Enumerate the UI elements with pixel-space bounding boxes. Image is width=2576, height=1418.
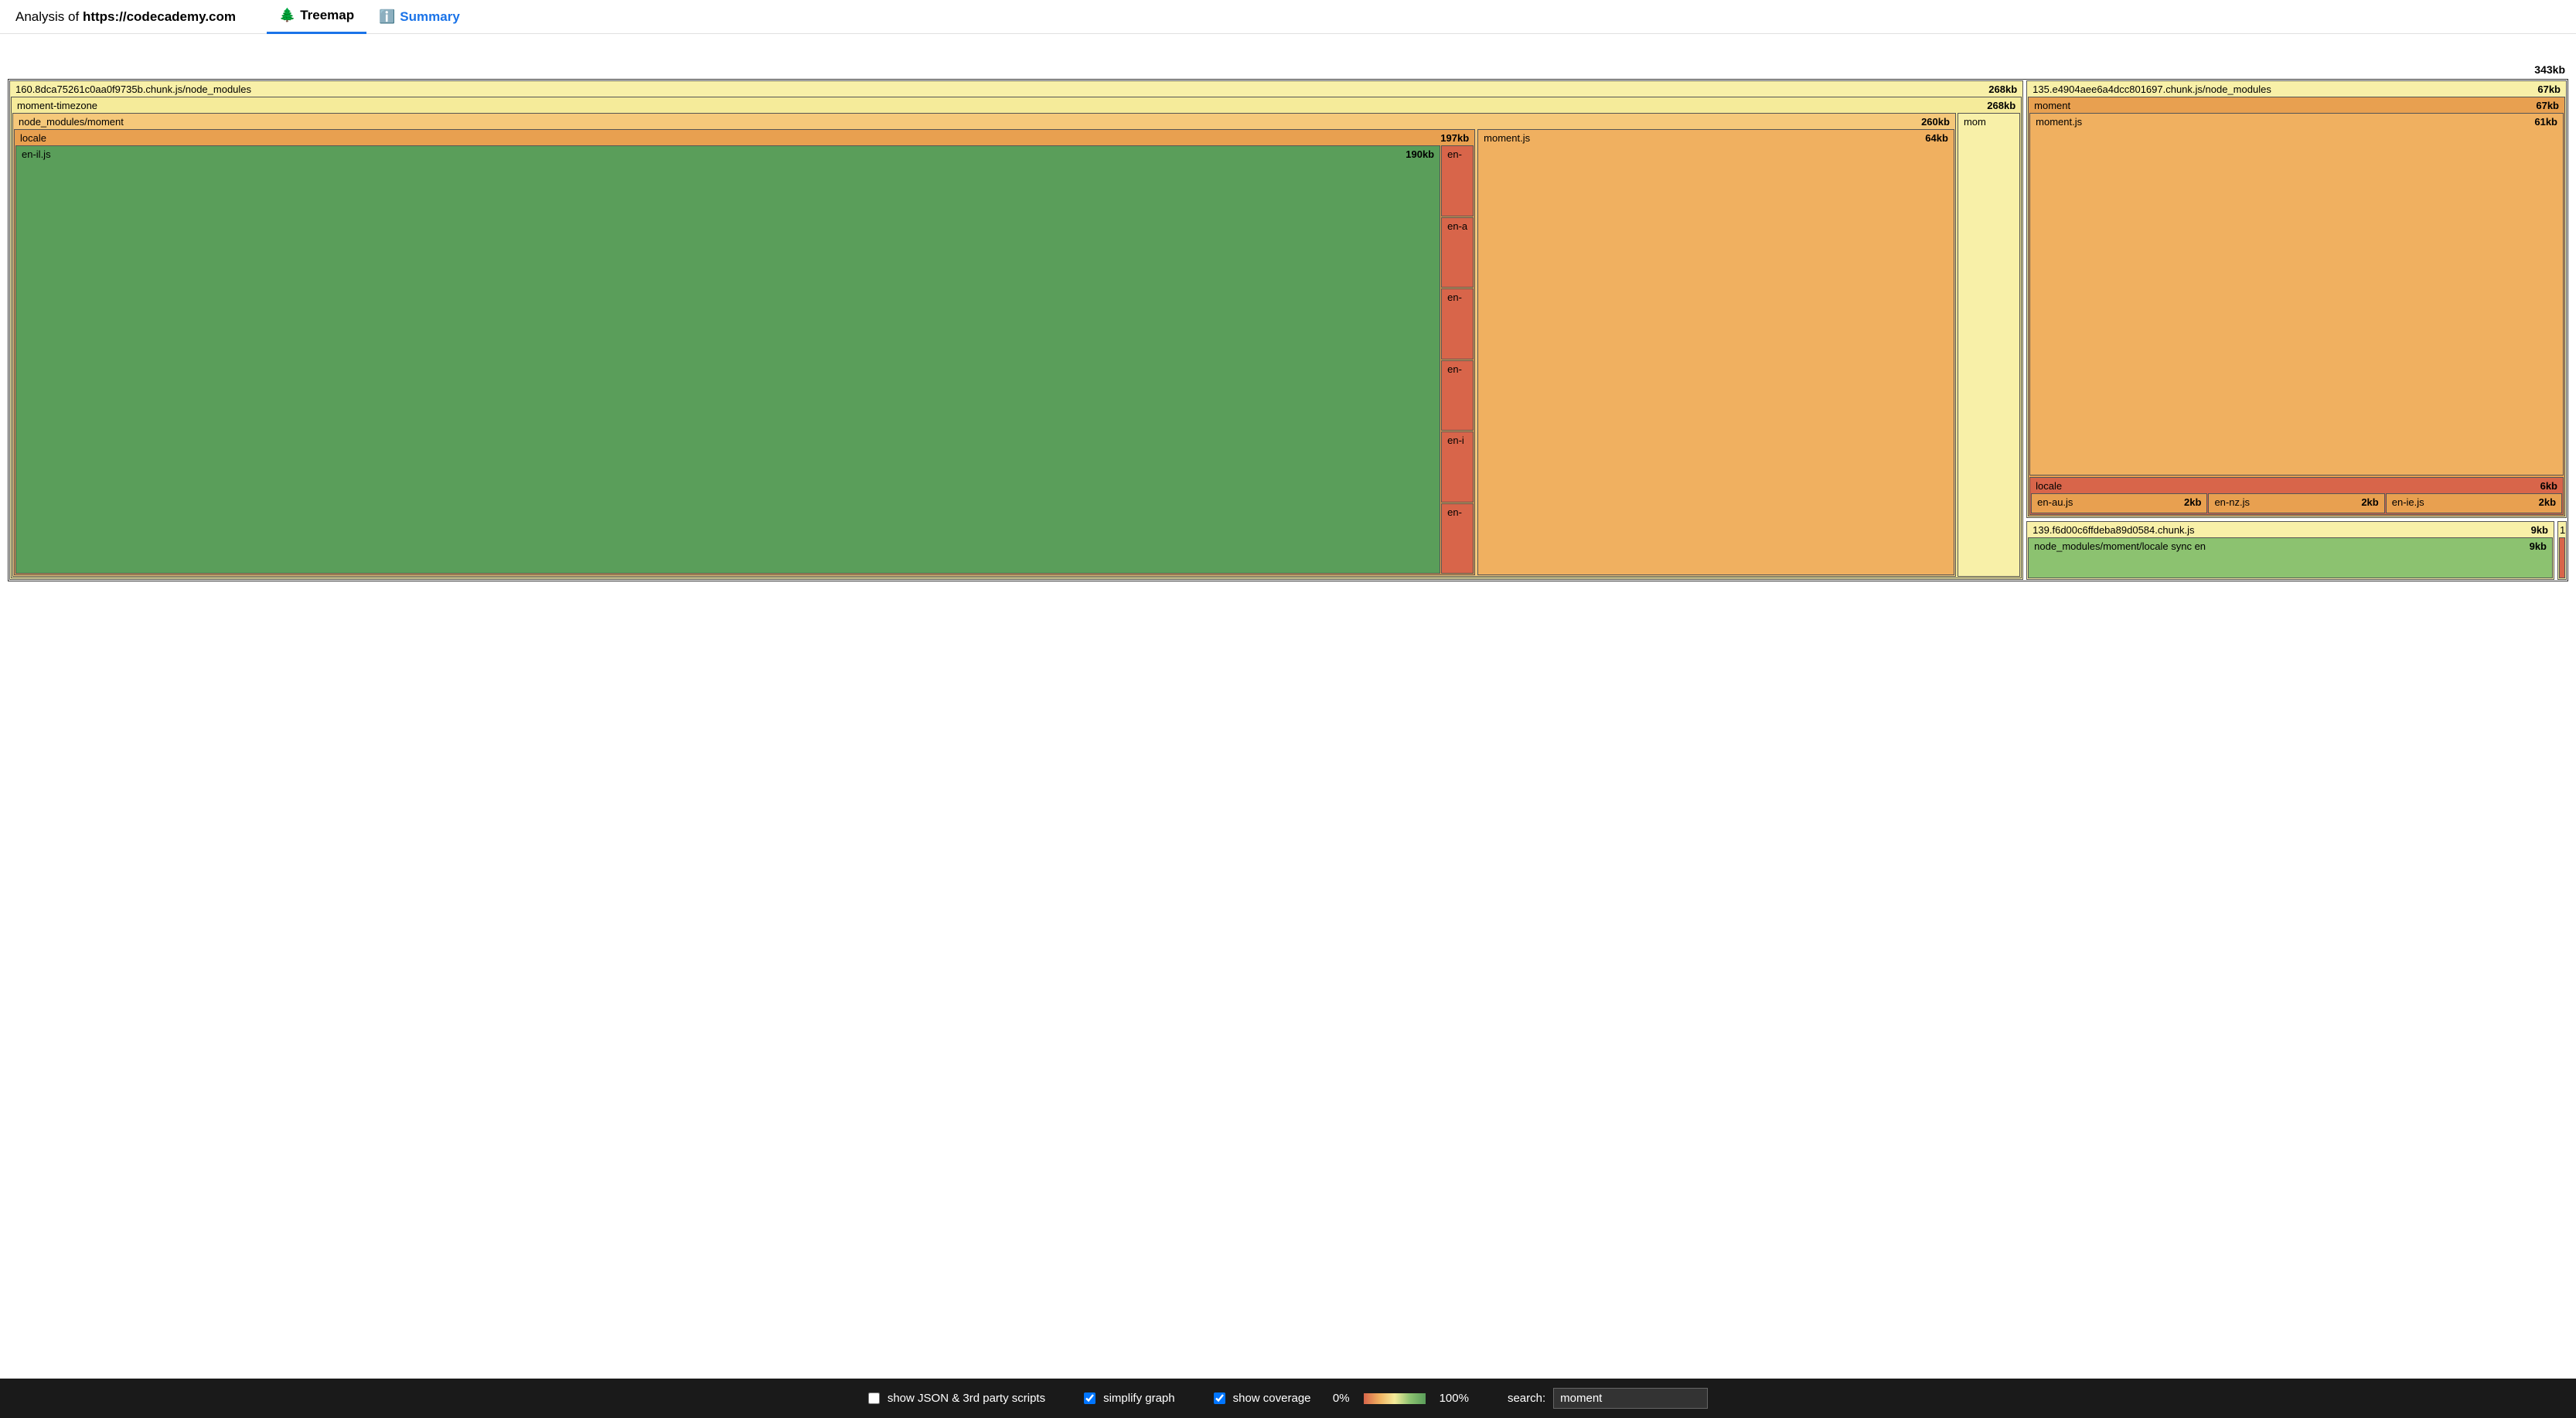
tab-treemap-label: Treemap: [300, 8, 354, 23]
node-locale-135[interactable]: locale 6kb en-au.js2kb en-nz.js2kb: [2029, 477, 2564, 516]
node-en-small-2[interactable]: en-: [1441, 288, 1474, 360]
zero-pct: 0%: [1333, 1392, 1350, 1405]
node-en-small-5[interactable]: en-: [1441, 503, 1474, 574]
node-en-au[interactable]: en-au.js2kb: [2031, 493, 2207, 514]
node-en-nz[interactable]: en-nz.js2kb: [2208, 493, 2384, 514]
node-label: node_modules/moment 260kb: [14, 114, 1954, 129]
page-title: Analysis of https://codecademy.com: [15, 9, 236, 25]
node-moment-js-160[interactable]: moment.js 64kb: [1477, 129, 1954, 575]
bottom-right-row: 139.f6d00c6ffdeba89d0584.chunk.js 9kb no…: [2026, 521, 2567, 580]
checkbox-simplify-label: simplify graph: [1103, 1392, 1175, 1405]
checkbox-simplify[interactable]: simplify graph: [1084, 1392, 1175, 1405]
node-en-ie[interactable]: en-ie.js2kb: [2386, 493, 2562, 514]
checkbox-coverage-label: show coverage: [1233, 1392, 1311, 1405]
node-chunk-139[interactable]: 139.f6d00c6ffdeba89d0584.chunk.js 9kb no…: [2026, 521, 2554, 580]
checkbox-show-json[interactable]: show JSON & 3rd party scripts: [868, 1392, 1045, 1405]
node-chunk-135[interactable]: 135.e4904aee6a4dcc801697.chunk.js/node_m…: [2026, 80, 2567, 518]
node-moment-135[interactable]: moment 67kb moment.js 61kb: [2028, 97, 2565, 516]
node-label: moment.js 61kb: [2031, 114, 2562, 129]
node-chunk-178[interactable]: 178: [2557, 521, 2567, 580]
node-label: moment.js 64kb: [1479, 131, 1953, 145]
node-178-inner[interactable]: [2559, 537, 2565, 578]
search-group: search:: [1508, 1388, 1708, 1409]
node-label: 135.e4904aee6a4dcc801697.chunk.js/node_m…: [2028, 82, 2565, 97]
node-en-il[interactable]: en-il.js 190kb: [15, 145, 1440, 574]
checkbox-show-json-input[interactable]: [868, 1392, 880, 1404]
tree-icon: 🌲: [279, 8, 295, 23]
node-label: en-il.js 190kb: [17, 147, 1439, 162]
info-icon: ℹ️: [379, 9, 395, 25]
node-moment-timezone[interactable]: moment-timezone 268kb node_modules/momen…: [11, 97, 2022, 578]
tab-summary-label: Summary: [400, 9, 459, 25]
node-sync-en[interactable]: node_modules/moment/locale sync en 9kb: [2028, 537, 2553, 578]
treemap-container: 343kb 160.8dca75261c0aa0f9735b.chunk.js/…: [0, 34, 2576, 589]
search-input[interactable]: [1553, 1388, 1708, 1409]
node-label: locale 197kb: [15, 131, 1474, 145]
tab-summary[interactable]: ℹ️ Summary: [366, 0, 472, 34]
header: Analysis of https://codecademy.com 🌲 Tre…: [0, 0, 2576, 34]
analysis-url: https://codecademy.com: [83, 9, 236, 24]
node-label: moment 67kb: [2029, 98, 2564, 113]
checkbox-coverage-input[interactable]: [1214, 1392, 1225, 1404]
node-label: node_modules/moment/locale sync en 9kb: [2029, 539, 2551, 554]
total-size: 343kb: [2534, 63, 2565, 76]
node-moment-js-135[interactable]: moment.js 61kb: [2029, 113, 2564, 476]
checkbox-coverage[interactable]: show coverage 0% 100%: [1214, 1392, 1469, 1405]
checkbox-show-json-label: show JSON & 3rd party scripts: [888, 1392, 1045, 1405]
node-en-small-4[interactable]: en-i: [1441, 431, 1474, 503]
node-label: mom: [1959, 114, 2019, 129]
node-en-small-0[interactable]: en-: [1441, 145, 1474, 216]
node-node-modules-moment[interactable]: node_modules/moment 260kb locale 197kb: [12, 113, 1956, 577]
node-label: 139.f6d00c6ffdeba89d0584.chunk.js 9kb: [2028, 523, 2553, 537]
node-label: moment-timezone 268kb: [12, 98, 2020, 113]
small-locale-column: en- en-a en- en- en-i en-: [1441, 145, 1474, 574]
analysis-prefix: Analysis of: [15, 9, 83, 24]
bottom-bar: show JSON & 3rd party scripts simplify g…: [0, 1379, 2576, 1418]
node-mom[interactable]: mom: [1958, 113, 2020, 577]
hundred-pct: 100%: [1440, 1392, 1469, 1405]
node-chunk-160[interactable]: 160.8dca75261c0aa0f9735b.chunk.js/node_m…: [9, 80, 2023, 580]
right-column: 135.e4904aee6a4dcc801697.chunk.js/node_m…: [2026, 80, 2567, 580]
tab-treemap[interactable]: 🌲 Treemap: [267, 0, 366, 34]
search-label: search:: [1508, 1392, 1545, 1405]
node-label: 160.8dca75261c0aa0f9735b.chunk.js/node_m…: [11, 82, 2022, 97]
node-label: locale 6kb: [2031, 479, 2562, 493]
node-en-small-1[interactable]: en-a: [1441, 217, 1474, 288]
treemap-root: 160.8dca75261c0aa0f9735b.chunk.js/node_m…: [8, 79, 2568, 581]
node-en-small-3[interactable]: en-: [1441, 360, 1474, 431]
node-locale[interactable]: locale 197kb en-il.js 190kb: [14, 129, 1475, 575]
coverage-gradient: [1364, 1393, 1426, 1404]
checkbox-simplify-input[interactable]: [1084, 1392, 1095, 1404]
